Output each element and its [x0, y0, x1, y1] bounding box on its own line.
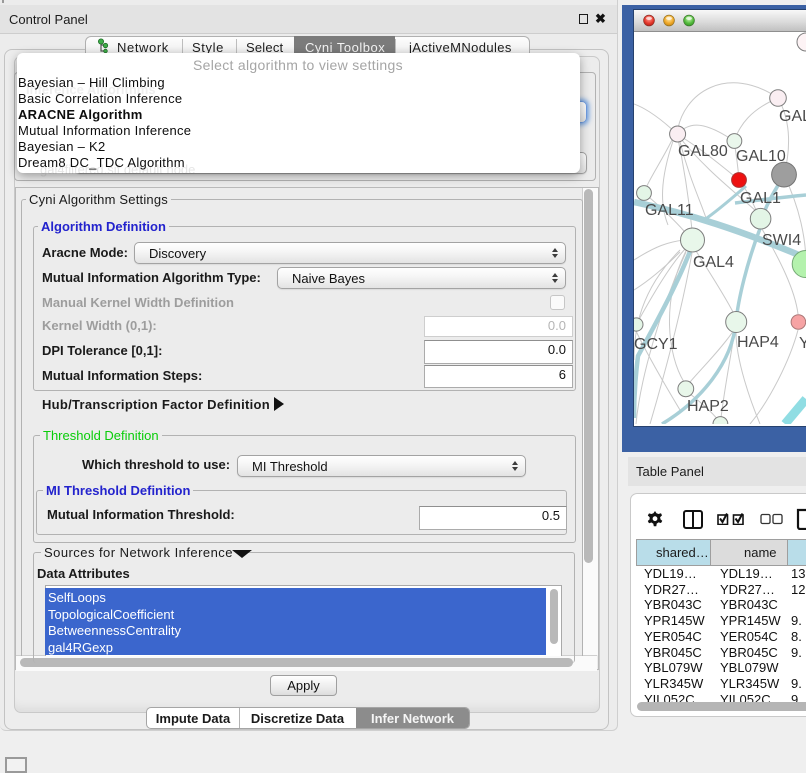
svg-text:HAP4: HAP4: [737, 334, 779, 351]
svg-text:GAL11: GAL11: [645, 202, 694, 219]
svg-text:YM: YM: [799, 335, 806, 352]
svg-text:SWI4: SWI4: [762, 232, 801, 249]
svg-text:GCY1: GCY1: [634, 336, 678, 353]
svg-text:GAL2: GAL2: [779, 108, 806, 125]
svg-text:GAL10: GAL10: [736, 148, 786, 165]
svg-text:HAP2: HAP2: [687, 398, 729, 415]
svg-text:GAL4: GAL4: [693, 254, 734, 271]
svg-text:GAL1: GAL1: [740, 190, 781, 207]
svg-text:GAL80: GAL80: [678, 143, 728, 160]
